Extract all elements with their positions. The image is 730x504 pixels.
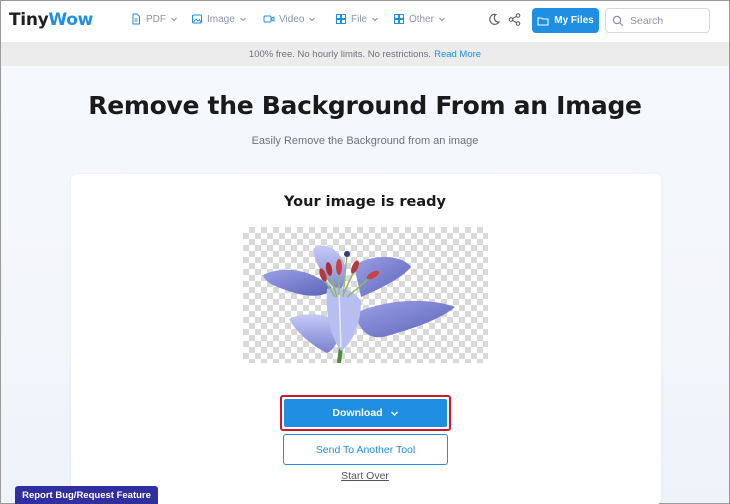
my-files-button[interactable]: My Files: [532, 8, 599, 33]
flower-image: [263, 245, 455, 363]
pdf-icon: [132, 13, 140, 25]
download-label: Download: [332, 407, 383, 419]
search-input[interactable]: Search: [605, 8, 710, 33]
chevron-down-icon: [390, 411, 398, 416]
nav-video[interactable]: Video: [263, 13, 316, 25]
chevron-down-icon: [171, 17, 177, 22]
result-heading: Your image is ready: [283, 194, 447, 210]
file-icon: [336, 14, 346, 24]
download-highlight: Download: [280, 395, 451, 431]
share-icon[interactable]: [507, 12, 522, 27]
grid-icon: [394, 14, 404, 24]
page-title: Remove the Background From an Image: [88, 91, 642, 120]
chevron-down-icon: [439, 17, 445, 22]
nav-file-label: File: [351, 13, 368, 25]
page-subtitle: Easily Remove the Background from an ima…: [251, 135, 479, 147]
my-files-label: My Files: [554, 15, 594, 26]
folder-icon: [537, 16, 549, 26]
search-icon: [612, 15, 624, 26]
logo-part-tiny: Tiny: [9, 10, 49, 30]
logo-part-wow: Wow: [48, 10, 94, 30]
start-over-link[interactable]: Start Over: [1, 470, 729, 482]
nav-pdf-label: PDF: [146, 13, 166, 25]
nav-other[interactable]: Other: [393, 13, 446, 25]
nav-other-label: Other: [409, 13, 435, 25]
tinywow-logo[interactable]: TinyWow: [9, 10, 93, 30]
chevron-down-icon: [309, 17, 316, 22]
banner-text: 100% free. No hourly limits. No restrict…: [248, 48, 432, 60]
search-placeholder: Search: [630, 14, 664, 27]
info-banner: 100% free. No hourly limits. No restrict…: [1, 42, 729, 66]
image-preview: [243, 227, 488, 363]
download-button[interactable]: Download: [284, 399, 447, 427]
nav-pdf[interactable]: PDF: [130, 13, 178, 25]
report-bug-button[interactable]: Report Bug/Request Feature: [15, 486, 158, 504]
video-icon: [263, 15, 275, 23]
send-to-another-tool-button[interactable]: Send To Another Tool: [283, 434, 448, 465]
top-navbar: TinyWow PDF Image Video File Other My Fi…: [1, 1, 729, 41]
nav-image[interactable]: Image: [191, 13, 247, 25]
nav-image-label: Image: [207, 13, 235, 25]
nav-file[interactable]: File: [335, 13, 379, 25]
nav-video-label: Video: [279, 13, 305, 25]
image-icon: [192, 14, 202, 24]
read-more-link[interactable]: Read More: [434, 49, 481, 60]
moon-icon[interactable]: [486, 12, 501, 27]
chevron-down-icon: [372, 17, 379, 22]
send-label: Send To Another Tool: [315, 443, 416, 456]
chevron-down-icon: [239, 17, 246, 22]
